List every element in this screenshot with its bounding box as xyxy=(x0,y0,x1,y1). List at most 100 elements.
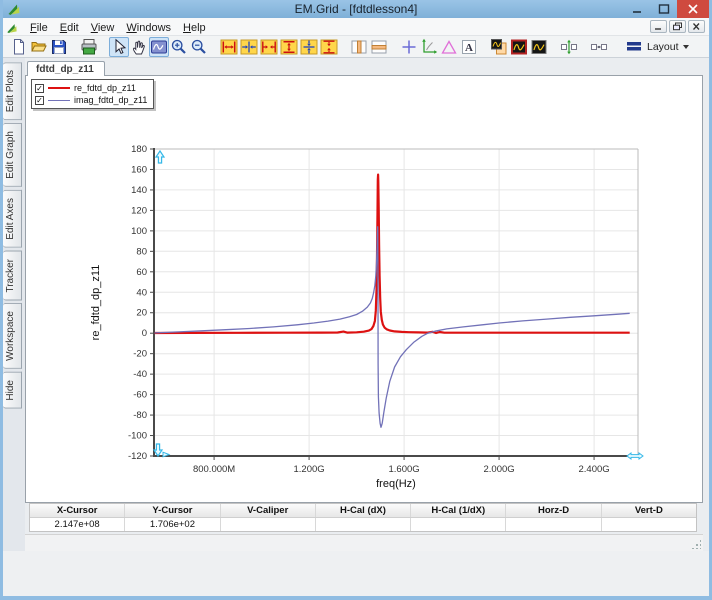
compress-horizontal-icon[interactable] xyxy=(239,37,259,57)
svg-text:1.200G: 1.200G xyxy=(294,464,325,475)
expand-vertical-icon[interactable] xyxy=(279,37,299,57)
x-axis-label: freq(Hz) xyxy=(376,478,416,490)
status-bar xyxy=(25,534,703,551)
zoom-in-icon[interactable] xyxy=(169,37,189,57)
menu-file[interactable]: File xyxy=(24,21,54,35)
plot-style-icon[interactable] xyxy=(529,37,549,57)
expand-horizontal-icon[interactable] xyxy=(219,37,239,57)
mdi-minimize-button[interactable] xyxy=(650,20,667,33)
svg-text:160: 160 xyxy=(131,165,147,176)
svg-text:A: A xyxy=(465,42,473,54)
layout-menu-button[interactable]: Layout xyxy=(623,39,693,55)
pan-hand-icon[interactable] xyxy=(129,37,149,57)
zoom-out-icon[interactable] xyxy=(189,37,209,57)
plot-legend: ✓ re_fdtd_dp_z11 ✓ imag_fdtd_dp_z11 xyxy=(31,79,154,109)
add-cursor-icon[interactable] xyxy=(399,37,419,57)
document-tab-row: fdtd_dp_z11 xyxy=(25,58,703,75)
app-window: EM.Grid - [fdtdlesson4] FileEditViewWind… xyxy=(0,0,712,600)
svg-text:40: 40 xyxy=(136,287,147,298)
svg-text:60: 60 xyxy=(136,267,147,278)
cursor-marker-bottom-left[interactable] xyxy=(154,444,169,457)
mdi-close-button[interactable] xyxy=(688,20,705,33)
close-button[interactable] xyxy=(677,0,709,18)
svg-text:20: 20 xyxy=(136,308,147,319)
legend-line-sample xyxy=(48,100,70,101)
toolbar: A Layout xyxy=(3,36,709,58)
resize-grip[interactable] xyxy=(691,539,701,549)
svg-text:2.400G: 2.400G xyxy=(579,464,610,475)
open-file-icon[interactable] xyxy=(29,37,49,57)
split-columns-icon[interactable] xyxy=(349,37,369,57)
legend-item: ✓ imag_fdtd_dp_z11 xyxy=(35,94,147,106)
text-annotation-icon[interactable]: A xyxy=(459,37,479,57)
save-icon[interactable] xyxy=(49,37,69,57)
sidebar-tab-edit-plots[interactable]: Edit Plots xyxy=(3,62,22,120)
legend-label: re_fdtd_dp_z11 xyxy=(74,83,136,93)
svg-text:120: 120 xyxy=(131,205,147,216)
svg-text:100: 100 xyxy=(131,226,147,237)
delta-marker-icon[interactable] xyxy=(439,37,459,57)
select-pointer-icon[interactable] xyxy=(109,37,129,57)
split-rows-icon[interactable] xyxy=(369,37,389,57)
menu-bar: FileEditViewWindowsHelp xyxy=(3,18,709,36)
minimize-button[interactable] xyxy=(623,0,650,18)
svg-text:800.000M: 800.000M xyxy=(193,464,235,475)
chart-canvas[interactable]: -120-100-80-60-40-2002040608010012014016… xyxy=(26,76,703,550)
layout-label: Layout xyxy=(647,41,679,53)
zoom-region-icon[interactable] xyxy=(149,37,169,57)
sidebar-tab-tracker[interactable]: Tracker xyxy=(3,251,22,301)
sidebar-tab-edit-axes[interactable]: Edit Axes xyxy=(3,190,22,248)
document-system-icon[interactable] xyxy=(6,21,18,33)
sidebar-tab-hide[interactable]: Hide xyxy=(3,372,22,409)
svg-text:-80: -80 xyxy=(133,410,147,421)
menu-help[interactable]: Help xyxy=(177,21,212,35)
mdi-restore-button[interactable] xyxy=(669,20,686,33)
svg-text:80: 80 xyxy=(136,246,147,257)
menu-view[interactable]: View xyxy=(85,21,121,35)
legend-line-sample xyxy=(48,87,70,89)
new-document-icon[interactable] xyxy=(9,37,29,57)
fit-vertical-icon[interactable] xyxy=(319,37,339,57)
svg-text:-20: -20 xyxy=(133,349,147,360)
legend-checkbox[interactable]: ✓ xyxy=(35,96,44,105)
layout-icon xyxy=(627,41,643,53)
series-imag_fdtd_dp_z11 xyxy=(155,227,630,427)
sidebar-tab-edit-graph[interactable]: Edit Graph xyxy=(3,123,22,187)
client-area: Edit Plots Edit Graph Edit Axes Tracker Work… xyxy=(3,58,709,551)
sidebar-tab-workspace[interactable]: Workspace xyxy=(3,303,22,369)
title-bar: EM.Grid - [fdtdlesson4] xyxy=(3,0,709,18)
plot-style-red-icon[interactable] xyxy=(509,37,529,57)
cursor-marker-bottom-right[interactable] xyxy=(627,453,643,459)
print-icon[interactable] xyxy=(79,37,99,57)
legend-item: ✓ re_fdtd_dp_z11 xyxy=(35,82,147,94)
fit-horizontal-icon[interactable] xyxy=(259,37,279,57)
menu-items: FileEditViewWindowsHelp xyxy=(24,18,212,36)
svg-text:1.600G: 1.600G xyxy=(389,464,420,475)
svg-text:-100: -100 xyxy=(128,431,147,442)
svg-text:2.000G: 2.000G xyxy=(484,464,515,475)
y-axis-label: re_fdtd_dp_z11 xyxy=(90,265,102,341)
svg-text:-40: -40 xyxy=(133,369,147,380)
copy-plot-icon[interactable] xyxy=(489,37,509,57)
series-re_fdtd_dp_z11 xyxy=(155,175,630,333)
window-title: EM.Grid - [fdtdlesson4] xyxy=(3,2,709,16)
svg-text:0: 0 xyxy=(142,328,147,339)
menu-windows[interactable]: Windows xyxy=(120,21,177,35)
sidebar-tab-strip: Edit Plots Edit Graph Edit Axes Tracker Work… xyxy=(3,58,25,551)
caliper-icon[interactable] xyxy=(419,37,439,57)
chevron-down-icon xyxy=(683,45,689,49)
space-vertical-icon[interactable] xyxy=(559,37,579,57)
graph-panel: ✓re_fdtd_dp_z11✓imag_fdtd_dp_z11 -120-10… xyxy=(25,75,703,503)
mdi-window-buttons xyxy=(650,20,709,33)
legend-label: imag_fdtd_dp_z11 xyxy=(74,95,147,105)
cursor-marker-top-left[interactable] xyxy=(156,151,164,163)
maximize-button[interactable] xyxy=(650,0,677,18)
space-horizontal-icon[interactable] xyxy=(589,37,609,57)
menu-edit[interactable]: Edit xyxy=(54,21,85,35)
compress-vertical-icon[interactable] xyxy=(299,37,319,57)
svg-text:-60: -60 xyxy=(133,390,147,401)
legend-checkbox[interactable]: ✓ xyxy=(35,84,44,93)
svg-text:180: 180 xyxy=(131,144,147,155)
tab-fdtd-dp-z11[interactable]: fdtd_dp_z11 xyxy=(27,61,105,76)
main-area: fdtd_dp_z11 ✓ re_fdtd_dp_z11 ✓ imag_fdtd_dp… xyxy=(25,58,709,551)
